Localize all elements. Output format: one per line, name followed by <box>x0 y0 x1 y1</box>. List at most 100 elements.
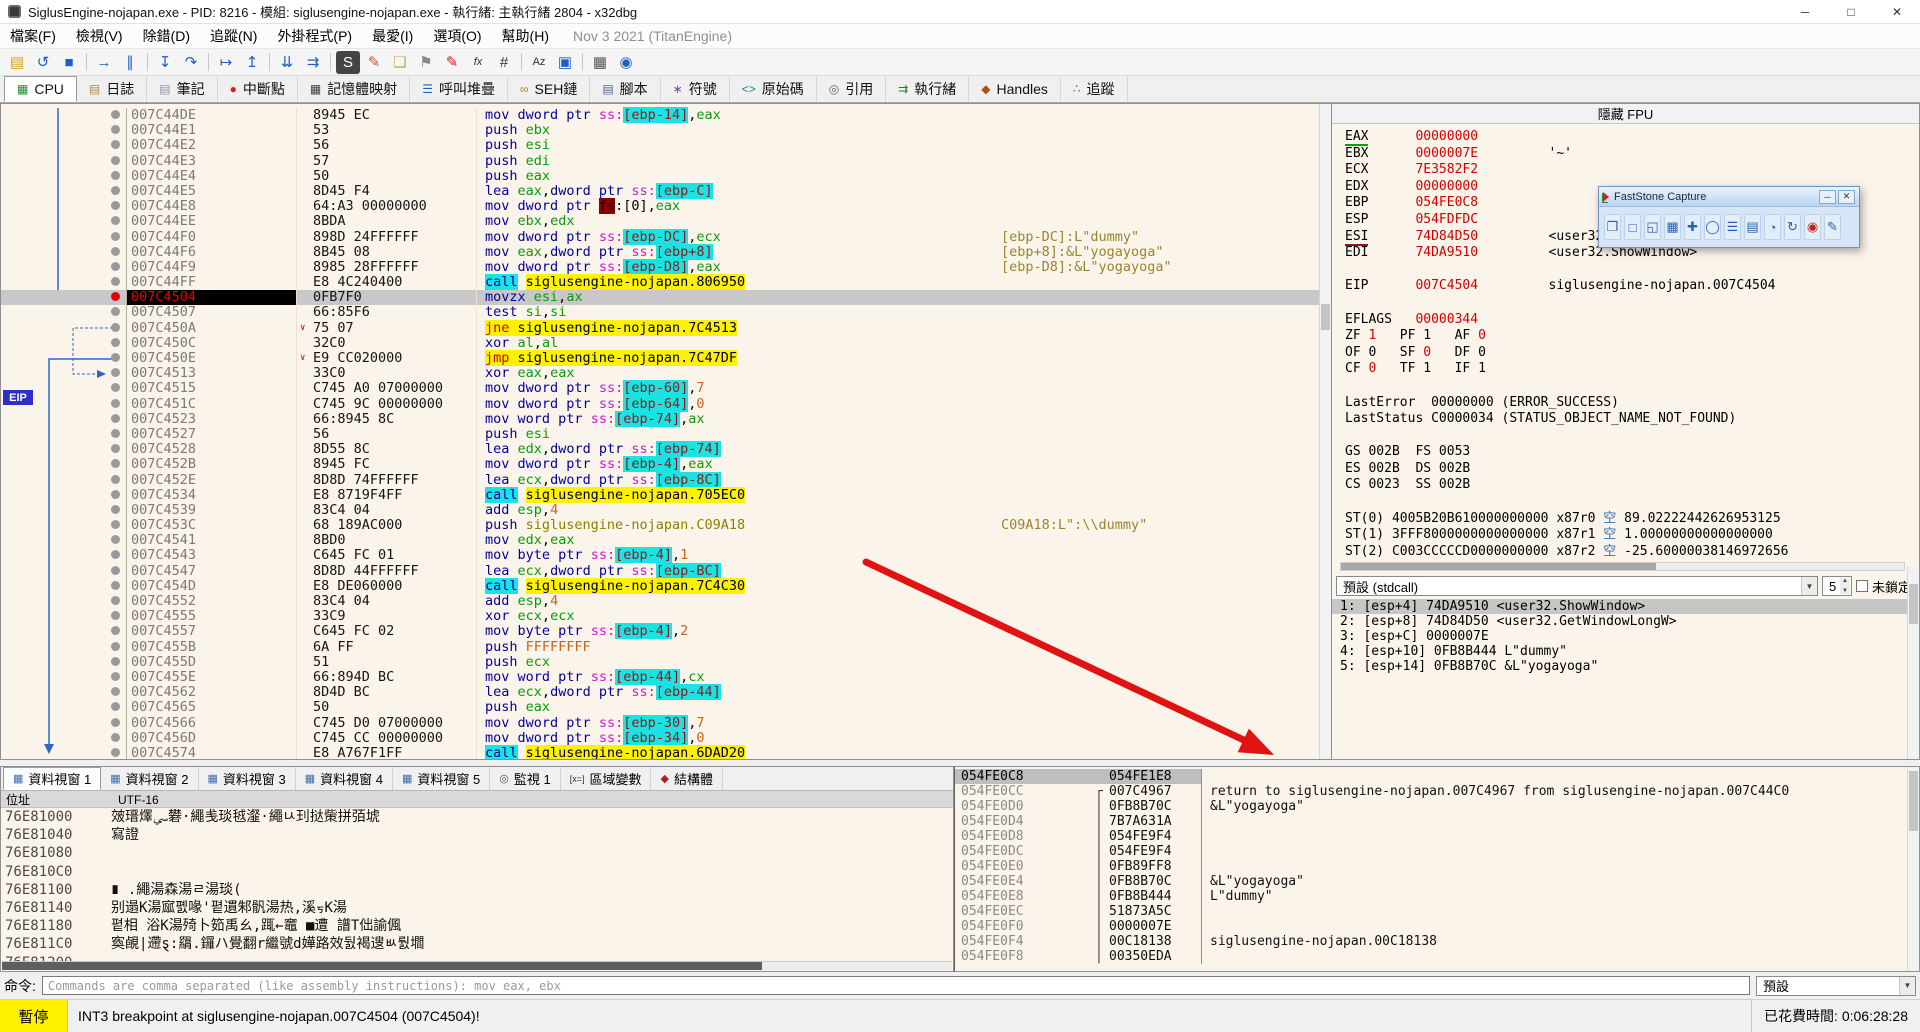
breakpoint-gutter[interactable] <box>1 533 127 548</box>
disasm-row[interactable]: 007C4557C645 FC 02mov byte ptr ss:[ebp-4… <box>1 624 1319 639</box>
toolbar-highlight-button[interactable]: ✎ <box>440 51 464 74</box>
toolbar-trace-into-button[interactable]: ⇊ <box>275 51 299 74</box>
minimize-button[interactable]: ─ <box>1782 0 1828 23</box>
stack-row[interactable]: 054FE0DC│054FE9F4 <box>955 844 1919 859</box>
stack-row[interactable]: 054FE0E8│0FB8B444L"dummy" <box>955 889 1919 904</box>
breakpoint-gutter[interactable] <box>1 184 127 199</box>
tab-筆記[interactable]: ▤筆記 <box>147 76 217 102</box>
breakpoint-gutter[interactable] <box>1 518 127 533</box>
disasm-row[interactable]: 007C44F0898D 24FFFFFFmov dword ptr ss:[e… <box>1 230 1319 245</box>
disasm-row[interactable]: 007C44DE8945 ECmov dword ptr ss:[ebp-14]… <box>1 108 1319 123</box>
disasm-row[interactable]: 007C45288D55 8Clea edx,dword ptr ss:[ebp… <box>1 442 1319 457</box>
toolbar-run-button[interactable]: → <box>92 51 116 74</box>
stack-row[interactable]: 054FE0F8│00350EDA <box>955 949 1919 964</box>
toolbar-seh-chain-button[interactable]: S <box>336 51 360 74</box>
disasm-row[interactable]: 007C453C68 189AC000push siglusengine-noj… <box>1 518 1319 533</box>
tab-符號[interactable]: ∗符號 <box>661 76 730 102</box>
toolbar-patch-button[interactable]: ✎ <box>362 51 386 74</box>
menu-item[interactable]: 最愛(I) <box>362 26 423 46</box>
stack-scrollbar[interactable] <box>1907 767 1919 971</box>
tab-SEH鏈[interactable]: ∞SEH鏈 <box>508 76 590 102</box>
breakpoint-gutter[interactable] <box>1 670 127 685</box>
disasm-row[interactable]: 007C455D51push ecx <box>1 655 1319 670</box>
command-input[interactable] <box>42 976 1750 995</box>
breakpoint-gutter[interactable] <box>1 640 127 655</box>
dump-tab-資料視窗 2[interactable]: ▦資料視窗 2 <box>101 767 198 790</box>
disasm-row[interactable]: 007C45628D4D BClea ecx,dword ptr ss:[ebp… <box>1 685 1319 700</box>
breakpoint-gutter[interactable] <box>1 609 127 624</box>
checkbox-icon[interactable] <box>1856 580 1868 592</box>
disasm-row[interactable]: 007C4515C745 A0 07000000mov dword ptr ss… <box>1 381 1319 396</box>
toolbar-stop-button[interactable]: ■ <box>57 51 81 74</box>
stack-row[interactable]: 054FE0E0│0FB89FF8 <box>955 859 1919 874</box>
dump-row[interactable]: 76E81140别遢K湯寙폜喙'폍遦邾骪湯热,溪ㆶK湯 <box>1 899 953 917</box>
register-line[interactable]: CS 0023 SS 002B <box>1345 477 1919 494</box>
breakpoint-gutter[interactable] <box>1 655 127 670</box>
dump-row[interactable]: 76E810C0 <box>1 863 953 881</box>
arguments-scrollbar[interactable] <box>1907 566 1919 759</box>
toolbar-help-globe-button[interactable]: ◉ <box>614 51 638 74</box>
register-line[interactable]: LastError 00000000 (ERROR_SUCCESS) <box>1345 395 1919 412</box>
disasm-row[interactable]: 007C44E153push ebx <box>1 123 1319 138</box>
dump-row[interactable]: 76E81100∎ .繩湯森湯ㄹ湯琰( <box>1 881 953 899</box>
faststone-capture-window[interactable]: FastStone Capture ─✕ ❐□◱▦✚◯☰▤◔↻◉✎ <box>1598 186 1860 248</box>
tab-Handles[interactable]: ◆Handles <box>969 76 1061 102</box>
stepper-arrows-icon[interactable]: ▲▼ <box>1840 578 1850 594</box>
faststone-open-icon[interactable]: ❐ <box>1604 214 1621 240</box>
breakpoint-gutter[interactable] <box>1 624 127 639</box>
toolbar-calculator-button[interactable]: ▦ <box>588 51 612 74</box>
disasm-row[interactable]: 007C450C32C0xor al,al <box>1 336 1319 351</box>
register-line[interactable]: ST(1) 3FFF8000000000000000 x87r1 空 1.000… <box>1345 527 1919 544</box>
breakpoint-gutter[interactable] <box>1 199 127 214</box>
breakpoint-gutter[interactable] <box>1 716 127 731</box>
faststone-capture-fullscreen-icon[interactable]: ◯ <box>1704 214 1721 240</box>
maximize-button[interactable]: □ <box>1828 0 1874 23</box>
disasm-row[interactable]: 007C453983C4 04add esp,4 <box>1 503 1319 518</box>
faststone-capture-window-icon[interactable]: □ <box>1624 214 1641 240</box>
register-line[interactable]: LastStatus C0000034 (STATUS_OBJECT_NAME_… <box>1345 411 1919 428</box>
toolbar-open-file-button[interactable]: ▤ <box>5 51 29 74</box>
register-line[interactable]: ST(2) C003CCCCCD0000000000 x87r2 空 -25.6… <box>1345 544 1919 560</box>
faststone-delay-icon[interactable]: ◔ <box>1764 214 1781 240</box>
breakpoint-gutter[interactable] <box>1 245 127 260</box>
register-line[interactable]: OF 0 SF 0 DF 0 <box>1345 345 1919 362</box>
breakpoint-gutter[interactable] <box>1 260 127 275</box>
breakpoint-gutter[interactable] <box>1 336 127 351</box>
breakpoint-gutter[interactable] <box>1 685 127 700</box>
register-line[interactable]: ECX 7E3582F2 <box>1345 162 1919 179</box>
tab-記憶體映射[interactable]: ▦記憶體映射 <box>298 76 410 102</box>
disasm-row[interactable]: 007C452E8D8D 74FFFFFFlea ecx,dword ptr s… <box>1 473 1319 488</box>
disasm-row[interactable]: 007C4566C745 D0 07000000mov dword ptr ss… <box>1 716 1319 731</box>
stack-row[interactable]: 054FE0EC│51873A5C <box>955 904 1919 919</box>
dump-row[interactable]: 76E811C0寏䚃|遰ȿ:羂.鑼ハ覺翻r繼號d嬅路效둸褐遚ㅄ뤐壛 <box>1 935 953 953</box>
argument-row[interactable]: 5: [esp+14] 0FB8B70C &L"yogayoga" <box>1332 659 1919 674</box>
command-script-select[interactable]: 預設 ▼ <box>1756 976 1916 996</box>
tab-呼叫堆疊[interactable]: ☰呼叫堆疊 <box>410 76 508 102</box>
breakpoint-gutter[interactable] <box>1 108 127 123</box>
dump-tab-資料視窗 1[interactable]: ▦資料視窗 1 <box>3 767 101 790</box>
toolbar-assemble-button[interactable]: Az <box>527 51 551 74</box>
register-line[interactable]: ES 002B DS 002B <box>1345 461 1919 478</box>
breakpoint-gutter[interactable] <box>1 564 127 579</box>
disasm-row[interactable]: 007C4534E8 8719F4FFcall siglusengine-noj… <box>1 488 1319 503</box>
close-button[interactable]: ✕ <box>1874 0 1920 23</box>
register-line[interactable]: ZF 1 PF 1 AF 0 <box>1345 328 1919 345</box>
breakpoint-gutter[interactable] <box>1 138 127 153</box>
disasm-row[interactable]: 007C456DC745 CC 00000000mov dword ptr ss… <box>1 731 1319 746</box>
disassembly-pane[interactable]: EIP 007C44DE8945 ECmov dword ptr ss:[ebp… <box>0 103 1332 760</box>
toolbar-step-over-button[interactable]: ↷ <box>179 51 203 74</box>
tab-腳本[interactable]: ▤腳本 <box>590 76 660 102</box>
disasm-row[interactable]: 007C4574E8 A767F1FFcall siglusengine-noj… <box>1 746 1319 760</box>
hide-fpu-button[interactable]: 隱藏 FPU <box>1332 104 1919 124</box>
breakpoint-gutter[interactable] <box>1 746 127 760</box>
disasm-row[interactable]: 007C44EE8BDAmov ebx,edx <box>1 214 1319 229</box>
disasm-row[interactable]: 007C44F68B45 08mov eax,dword ptr ss:[ebp… <box>1 245 1319 260</box>
argument-row[interactable]: 4: [esp+10] 0FB8B444 L"dummy" <box>1332 644 1919 659</box>
stack-pane[interactable]: 054FE0C8054FE1E8054FE0CC┌007C4967return … <box>954 766 1920 972</box>
register-line[interactable] <box>1345 428 1919 445</box>
stack-row[interactable]: 054FE0D4│7B7A631A <box>955 814 1919 829</box>
register-line[interactable]: GS 002B FS 0053 <box>1345 444 1919 461</box>
breakpoint-gutter[interactable] <box>1 214 127 229</box>
toolbar-function-button[interactable]: fx <box>466 51 490 74</box>
tab-原始碼[interactable]: <>原始碼 <box>730 76 817 102</box>
